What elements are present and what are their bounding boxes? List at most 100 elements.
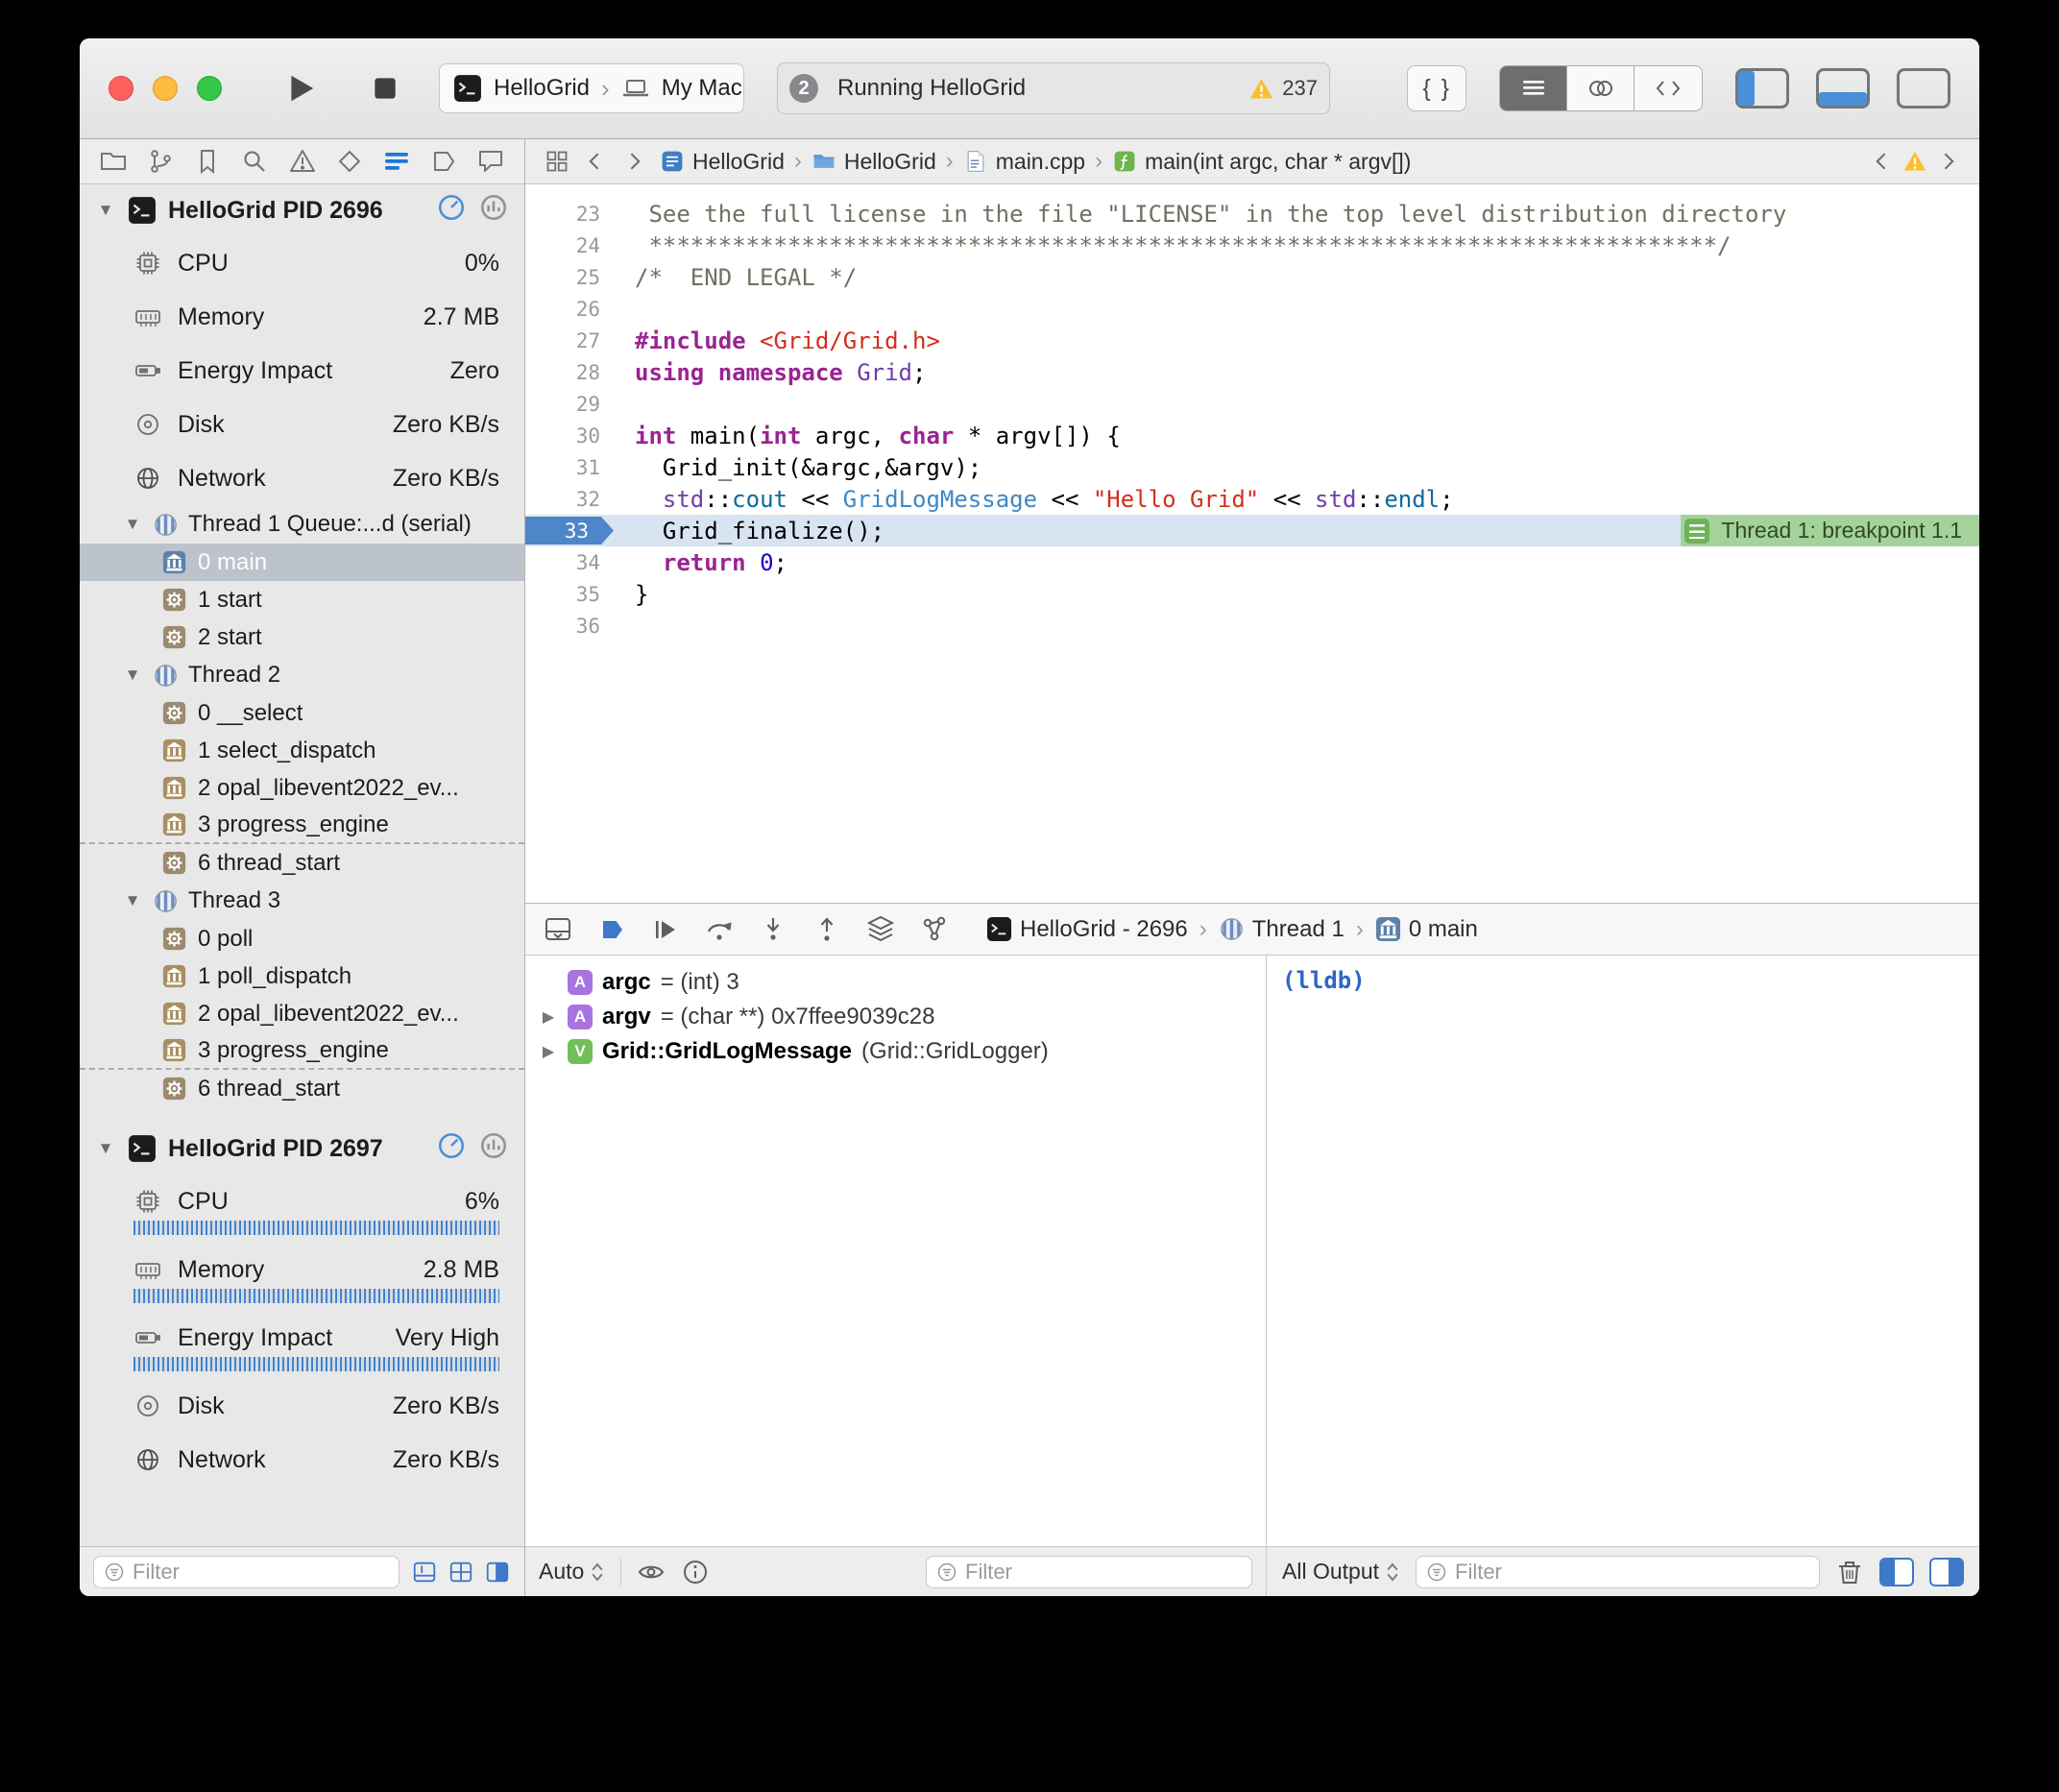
- code-line-25[interactable]: 25/* END LEGAL */: [525, 261, 1979, 293]
- code-line-34[interactable]: 34 return 0;: [525, 546, 1979, 578]
- minimize-button[interactable]: [153, 76, 178, 101]
- console-filter-input[interactable]: [1455, 1560, 1809, 1585]
- variables-scope-selector[interactable]: Auto: [539, 1559, 605, 1585]
- source-editor[interactable]: 23 See the full license in the file "LIC…: [525, 184, 1979, 903]
- warning-icon[interactable]: [1902, 149, 1927, 174]
- breakpoint-annotation[interactable]: Thread 1: breakpoint 1.1: [1681, 515, 1979, 546]
- clear-console-button[interactable]: [1835, 1558, 1864, 1586]
- code-line-36[interactable]: 36: [525, 610, 1979, 642]
- related-items-icon[interactable]: [545, 149, 569, 174]
- debug-breadcrumb-item[interactable]: HelloGrid - 2696: [986, 916, 1188, 943]
- disclosure-triangle[interactable]: ▼: [95, 1139, 116, 1158]
- disclosure-triangle[interactable]: ▼: [122, 891, 143, 910]
- code-line-27[interactable]: 27#include <Grid/Grid.h>: [525, 325, 1979, 356]
- code-line-28[interactable]: 28using namespace Grid;: [525, 356, 1979, 388]
- breadcrumb-item[interactable]: main.cpp: [963, 149, 1085, 175]
- stop-button[interactable]: [370, 73, 400, 104]
- profile-in-instruments-button[interactable]: [436, 192, 467, 230]
- code-line-26[interactable]: 26: [525, 293, 1979, 325]
- navigator-tab-debug[interactable]: [382, 147, 411, 176]
- gauge-row-energy-impact[interactable]: Energy ImpactZero: [80, 344, 524, 398]
- breakpoints-toggle-button[interactable]: [596, 914, 627, 945]
- debug-breadcrumb-item[interactable]: Thread 1: [1219, 916, 1344, 943]
- zoom-button[interactable]: [197, 76, 222, 101]
- gauge-row-network[interactable]: NetworkZero KB/s: [80, 451, 524, 505]
- frame-row[interactable]: 0 main: [80, 544, 524, 581]
- code-line-31[interactable]: 31 Grid_init(&argc,&argv);: [525, 451, 1979, 483]
- line-number[interactable]: 32: [525, 488, 614, 511]
- memory-graph-button[interactable]: [478, 192, 509, 230]
- profile-in-instruments-button[interactable]: [436, 1130, 467, 1168]
- toggle-navigator-button[interactable]: [1735, 68, 1789, 109]
- line-number[interactable]: 35: [525, 583, 614, 606]
- breakpoint-gutter[interactable]: 33: [525, 517, 614, 545]
- code-line-30[interactable]: 30int main(int argc, char * argv[]) {: [525, 420, 1979, 451]
- frame-row[interactable]: 0 __select: [80, 694, 524, 732]
- debug-view-hierarchy-button[interactable]: [865, 914, 896, 945]
- debug-memory-graph-button[interactable]: [919, 914, 950, 945]
- breadcrumb-item[interactable]: HelloGrid: [660, 149, 785, 175]
- standard-editor-button[interactable]: [1500, 66, 1567, 110]
- navigator-filter-field[interactable]: [93, 1556, 400, 1588]
- code-snippets-button[interactable]: { }: [1407, 65, 1466, 111]
- gauge-row-network[interactable]: NetworkZero KB/s: [80, 1433, 524, 1487]
- navigator-filter-input[interactable]: [133, 1560, 389, 1585]
- console-filter-field[interactable]: [1416, 1556, 1820, 1588]
- frame-row[interactable]: 0 poll: [80, 920, 524, 957]
- navigator-tab-breakpoint[interactable]: [429, 147, 458, 176]
- toggle-inspector-button[interactable]: [1897, 68, 1950, 109]
- version-editor-button[interactable]: [1635, 66, 1702, 110]
- frame-row[interactable]: 2 opal_libevent2022_ev...: [80, 769, 524, 807]
- code-line-33[interactable]: 33 Grid_finalize();Thread 1: breakpoint …: [525, 515, 1979, 546]
- line-number[interactable]: 36: [525, 615, 614, 638]
- disclosure-triangle[interactable]: ▶: [539, 1007, 558, 1027]
- gauge-row-disk[interactable]: DiskZero KB/s: [80, 1379, 524, 1433]
- line-number[interactable]: 27: [525, 329, 614, 352]
- frame-row[interactable]: 2 opal_libevent2022_ev...: [80, 995, 524, 1032]
- navigator-tab-symbol[interactable]: [193, 147, 222, 176]
- disclosure-triangle[interactable]: ▶: [539, 1042, 558, 1061]
- code-line-23[interactable]: 23 See the full license in the file "LIC…: [525, 198, 1979, 230]
- line-number[interactable]: 30: [525, 424, 614, 448]
- task-count-badge[interactable]: 2: [789, 74, 818, 103]
- variables-filter-input[interactable]: [965, 1560, 1242, 1585]
- line-number[interactable]: 31: [525, 456, 614, 479]
- breakpoint-marker[interactable]: 33: [525, 517, 614, 545]
- issue-count[interactable]: 237: [1248, 76, 1318, 102]
- show-console-button[interactable]: [1929, 1558, 1964, 1586]
- line-number[interactable]: 23: [525, 203, 614, 226]
- close-button[interactable]: [109, 76, 133, 101]
- disclosure-triangle[interactable]: ▼: [122, 666, 143, 685]
- scheme-selector[interactable]: HelloGrid › My Mac: [439, 63, 744, 113]
- run-button[interactable]: [283, 71, 318, 106]
- frame-row[interactable]: 3 progress_engine: [80, 1032, 524, 1070]
- breadcrumb-item[interactable]: main(int argc, char * argv[]): [1112, 149, 1411, 175]
- debug-breadcrumb-item[interactable]: 0 main: [1375, 916, 1478, 943]
- variable-row[interactable]: ▶Aargv= (char **) 0x7ffee9039c28: [539, 1000, 1266, 1034]
- frame-row[interactable]: 6 thread_start: [80, 844, 524, 882]
- console-scope-selector[interactable]: All Output: [1282, 1559, 1400, 1585]
- frame-row[interactable]: 6 thread_start: [80, 1070, 524, 1107]
- gauge-row-disk[interactable]: DiskZero KB/s: [80, 398, 524, 451]
- navigator-tab-source-control[interactable]: [146, 147, 175, 176]
- step-out-button[interactable]: [811, 914, 842, 945]
- memory-graph-button[interactable]: [478, 1130, 509, 1168]
- code-line-29[interactable]: 29: [525, 388, 1979, 420]
- variables-view[interactable]: Aargc= (int) 3▶Aargv= (char **) 0x7ffee9…: [525, 956, 1267, 1546]
- frame-row[interactable]: 1 poll_dispatch: [80, 957, 524, 995]
- step-into-button[interactable]: [758, 914, 788, 945]
- continue-button[interactable]: [650, 914, 681, 945]
- variable-row[interactable]: Aargc= (int) 3: [539, 965, 1266, 1000]
- previous-issue-button[interactable]: [1870, 149, 1895, 174]
- thread-view-toggle-icon[interactable]: [411, 1559, 438, 1586]
- back-button[interactable]: [583, 149, 608, 174]
- frame-row[interactable]: 1 start: [80, 581, 524, 618]
- line-number[interactable]: 34: [525, 551, 614, 574]
- frame-row[interactable]: 2 start: [80, 618, 524, 656]
- navigator-tab-report[interactable]: [476, 147, 505, 176]
- quicklook-eye-icon[interactable]: [637, 1558, 666, 1586]
- assistant-editor-button[interactable]: [1567, 66, 1635, 110]
- toggle-debug-area-button[interactable]: [1816, 68, 1870, 109]
- code-line-35[interactable]: 35}: [525, 578, 1979, 610]
- code-line-32[interactable]: 32 std::cout << GridLogMessage << "Hello…: [525, 483, 1979, 515]
